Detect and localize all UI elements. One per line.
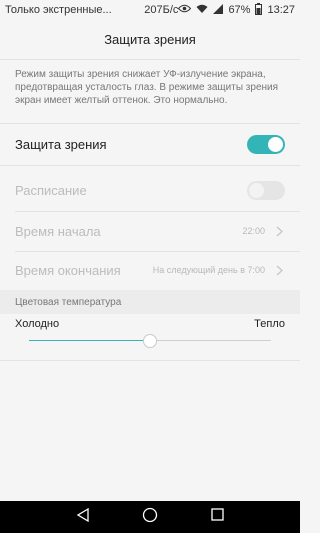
schedule-label: Расписание xyxy=(15,182,87,198)
schedule-toggle[interactable] xyxy=(247,180,285,200)
chevron-right-icon xyxy=(273,264,285,276)
eye-icon xyxy=(178,4,192,16)
home-icon[interactable] xyxy=(142,507,158,528)
chevron-right-icon xyxy=(273,225,285,237)
back-icon[interactable] xyxy=(76,507,90,527)
section-title: Цветовая температура xyxy=(15,296,122,308)
temperature-labels: Холодно Тепло xyxy=(15,318,285,330)
wifi-icon xyxy=(196,4,208,17)
end-time-label: Время окончания xyxy=(15,262,121,278)
warm-label: Тепло xyxy=(254,318,285,330)
toggle-knob xyxy=(249,182,264,198)
eye-protection-row[interactable]: Защита зрения xyxy=(0,124,300,164)
cold-label: Холодно xyxy=(15,318,60,330)
slider-thumb[interactable] xyxy=(143,334,157,348)
page-title: Защита зрения xyxy=(104,32,196,47)
mode-description: Режим защиты зрения снижает УФ-излучение… xyxy=(15,69,279,106)
toggle-knob xyxy=(268,136,283,152)
page-header: Защита зрения xyxy=(0,20,300,60)
battery-icon xyxy=(255,2,263,18)
battery-percent: 67% xyxy=(228,4,251,16)
eye-protection-toggle[interactable] xyxy=(247,134,285,154)
end-time-value: На следующий день в 7:00 xyxy=(152,265,265,275)
start-time-row[interactable]: Время начала 22:00 xyxy=(0,211,300,251)
end-time-row[interactable]: Время окончания На следующий день в 7:00 xyxy=(0,251,300,289)
divider xyxy=(0,165,300,166)
status-carrier: Только экстренные... xyxy=(5,4,112,16)
navigation-bar xyxy=(0,501,300,533)
divider xyxy=(0,360,300,361)
start-time-label: Время начала xyxy=(15,223,101,239)
status-icons: 67% 13:27 xyxy=(178,2,295,18)
status-time: 13:27 xyxy=(267,4,295,16)
schedule-row[interactable]: Расписание xyxy=(0,170,300,210)
eye-protection-label: Защита зрения xyxy=(15,136,107,152)
status-net-speed: 207Б/с xyxy=(144,4,179,16)
signal-icon xyxy=(213,3,224,17)
color-temperature-slider[interactable] xyxy=(29,334,271,348)
slider-fill xyxy=(29,340,150,341)
start-time-value: 22:00 xyxy=(242,226,265,236)
status-bar: Только экстренные... 207Б/с 67% 13:27 xyxy=(0,0,300,20)
color-temperature-header: Цветовая температура xyxy=(0,290,300,314)
recents-icon[interactable] xyxy=(211,508,224,526)
